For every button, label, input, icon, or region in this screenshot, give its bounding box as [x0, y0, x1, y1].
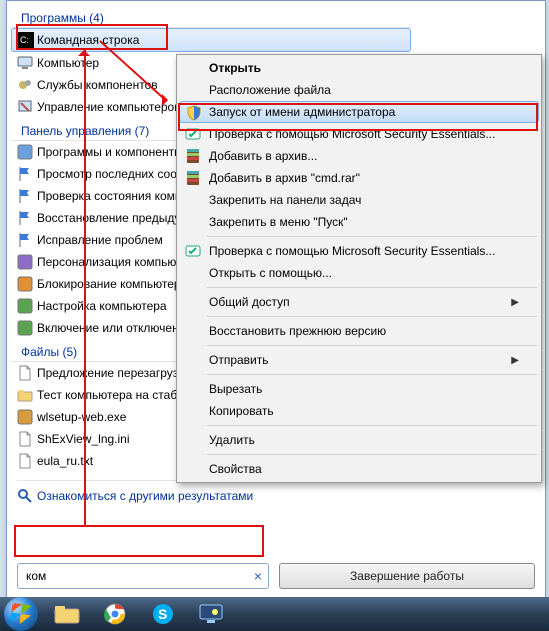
- cpl-icon: [17, 320, 33, 336]
- ctx-label: Общий доступ: [209, 295, 290, 309]
- taskbar: S: [0, 597, 549, 631]
- result-label: Включение или отключение: [37, 321, 192, 335]
- ctx-label: Добавить в архив...: [209, 149, 317, 163]
- ctx-label: Проверка с помощью Microsoft Security Es…: [209, 244, 495, 258]
- ctx-item[interactable]: Добавить в архив "cmd.rar": [179, 167, 539, 189]
- file-icon: [17, 453, 33, 469]
- group-header-programs: Программы (4): [11, 5, 411, 28]
- result-item-cmd[interactable]: C: Командная строка: [11, 28, 411, 52]
- context-menu: Открыть Расположение файла Запуск от имени…: [176, 54, 542, 483]
- search-box[interactable]: ×: [17, 563, 269, 589]
- ctx-item[interactable]: Свойства: [179, 458, 539, 480]
- ctx-label: Отправить: [209, 353, 269, 367]
- mse-icon: [185, 126, 201, 142]
- ctx-item[interactable]: Восстановить прежнюю версию: [179, 320, 539, 342]
- ctx-label: Запуск от имени администратора: [209, 105, 395, 119]
- shutdown-label: Завершение работы: [350, 569, 464, 583]
- result-label: Блокирование компьютера: [37, 277, 187, 291]
- ctx-label: Закрепить на панели задач: [209, 193, 361, 207]
- result-label: ShExView_lng.ini: [37, 432, 130, 446]
- annotation-arrowhead-up: [78, 44, 90, 56]
- cpl-icon: [17, 188, 33, 204]
- ctx-label: Удалить: [209, 433, 255, 447]
- result-label: Настройка компьютера: [37, 299, 167, 313]
- taskbar-monitor[interactable]: [188, 599, 234, 629]
- ctx-item[interactable]: Добавить в архив...: [179, 145, 539, 167]
- submenu-arrow-icon: ▶: [511, 297, 519, 308]
- cpl-icon: [17, 232, 33, 248]
- ctx-item[interactable]: Закрепить на панели задач: [179, 189, 539, 211]
- file-icon: [17, 387, 33, 403]
- file-icon: [17, 431, 33, 447]
- rar-icon: [185, 148, 201, 164]
- taskbar-chrome[interactable]: [92, 599, 138, 629]
- search-row: × Завершение работы: [17, 563, 535, 589]
- see-more-label: Ознакомиться с другими результатами: [37, 489, 253, 503]
- taskbar-skype[interactable]: S: [140, 599, 186, 629]
- ctx-label: Проверка с помощью Microsoft Security Es…: [209, 127, 495, 141]
- svg-text:C:: C:: [20, 35, 29, 45]
- submenu-arrow-icon: ▶: [511, 355, 519, 366]
- cpl-icon: [17, 298, 33, 314]
- ctx-item[interactable]: Открыть с помощью...: [179, 262, 539, 284]
- ctx-label: Свойства: [209, 462, 262, 476]
- ctx-item[interactable]: Проверка с помощью Microsoft Security Es…: [179, 123, 539, 145]
- search-icon: [17, 488, 33, 504]
- ctx-item[interactable]: Открыть: [179, 57, 539, 79]
- result-label: eula_ru.txt: [37, 454, 93, 468]
- ctx-label: Добавить в архив "cmd.rar": [209, 171, 360, 185]
- search-input[interactable]: [24, 568, 254, 584]
- shutdown-button[interactable]: Завершение работы: [279, 563, 535, 589]
- clear-search-icon[interactable]: ×: [254, 568, 262, 584]
- result-label: Компьютер: [37, 56, 99, 70]
- hammer-icon: [17, 99, 33, 115]
- gears-icon: [17, 77, 33, 93]
- svg-text:S: S: [158, 606, 167, 622]
- annotation-arrowhead-right: [162, 94, 174, 106]
- ctx-item[interactable]: Закрепить в меню "Пуск": [179, 211, 539, 233]
- shield-icon: [186, 105, 202, 121]
- ctx-item[interactable]: Расположение файла: [179, 79, 539, 101]
- ctx-item[interactable]: Проверка с помощью Microsoft Security Es…: [179, 240, 539, 262]
- cmd-icon: C:: [18, 32, 34, 48]
- ctx-item[interactable]: Запуск от имени администратора: [179, 101, 539, 123]
- ctx-label: Восстановить прежнюю версию: [209, 324, 386, 338]
- ctx-label: Расположение файла: [209, 83, 331, 97]
- ctx-item[interactable]: Удалить: [179, 429, 539, 451]
- cpl-icon: [17, 166, 33, 182]
- result-label: Управление компьютером: [37, 100, 182, 114]
- cpl-icon: [17, 254, 33, 270]
- file-icon: [17, 409, 33, 425]
- start-orb[interactable]: [4, 597, 38, 631]
- taskbar-explorer[interactable]: [44, 599, 90, 629]
- cpl-icon: [17, 144, 33, 160]
- ctx-label: Закрепить в меню "Пуск": [209, 215, 348, 229]
- ctx-item[interactable]: Копировать: [179, 400, 539, 422]
- cpl-icon: [17, 210, 33, 226]
- see-more-results[interactable]: Ознакомиться с другими результатами: [11, 481, 411, 511]
- result-label: Службы компонентов: [37, 78, 158, 92]
- file-icon: [17, 365, 33, 381]
- result-label: Предложение перезагрузки: [37, 366, 190, 380]
- ctx-item[interactable]: Отправить ▶: [179, 349, 539, 371]
- result-label: Программы и компоненты: [37, 145, 183, 159]
- ctx-label: Открыть: [209, 61, 261, 75]
- ctx-label: Открыть с помощью...: [209, 266, 332, 280]
- result-label: wlsetup-web.exe: [37, 410, 126, 424]
- ctx-item[interactable]: Вырезать: [179, 378, 539, 400]
- ctx-label: Вырезать: [209, 382, 262, 396]
- result-label: Исправление проблем: [37, 233, 163, 247]
- ctx-item[interactable]: Общий доступ ▶: [179, 291, 539, 313]
- mse-icon: [185, 243, 201, 259]
- rar-icon: [185, 170, 201, 186]
- ctx-label: Копировать: [209, 404, 274, 418]
- computer-icon: [17, 55, 33, 71]
- cpl-icon: [17, 276, 33, 292]
